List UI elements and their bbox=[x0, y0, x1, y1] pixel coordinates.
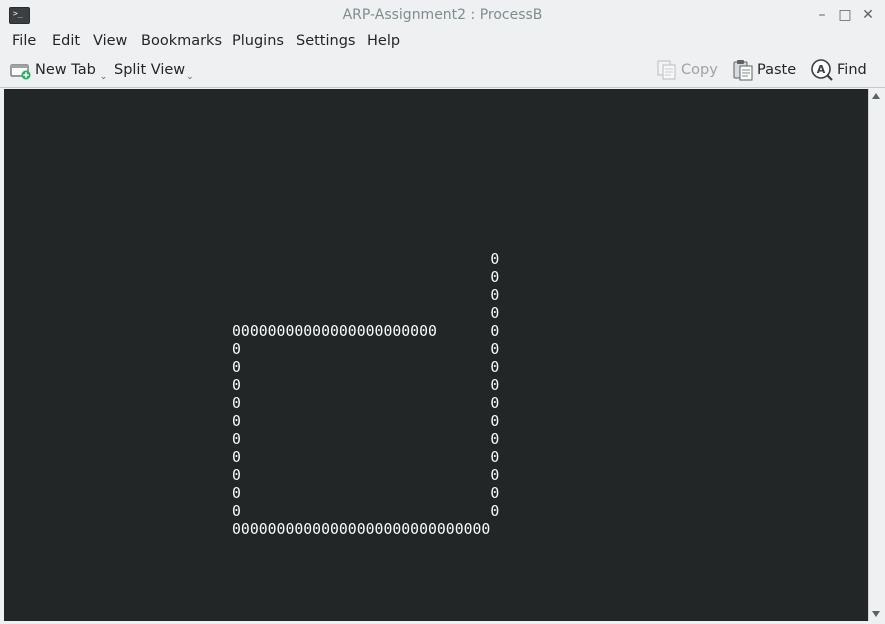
terminal-view[interactable]: 0 0 0 000000000000000000000000 00 00 00 bbox=[4, 89, 868, 621]
menu-settings[interactable]: Settings bbox=[296, 33, 355, 49]
paste-icon bbox=[733, 60, 753, 81]
terminal-line: 0 0 bbox=[232, 413, 500, 430]
new-tab-dropdown-icon[interactable]: ⌄ bbox=[100, 72, 108, 82]
find-label: Find bbox=[837, 62, 867, 78]
find-icon: A bbox=[811, 59, 833, 81]
copy-button[interactable]: Copy bbox=[656, 53, 718, 87]
split-view-dropdown-icon[interactable]: ⌄ bbox=[186, 72, 194, 82]
terminal-line: 0 0 bbox=[232, 467, 500, 484]
menu-plugins[interactable]: Plugins bbox=[232, 33, 284, 49]
copy-label: Copy bbox=[681, 62, 718, 78]
terminal-line: 0 bbox=[232, 251, 500, 268]
scroll-down-arrow-icon[interactable] bbox=[872, 611, 880, 617]
new-tab-button[interactable]: New Tab ⌄ bbox=[10, 53, 107, 87]
terminal-line: 0 0 bbox=[232, 503, 500, 520]
terminal-scrollbar[interactable] bbox=[868, 89, 884, 621]
terminal-line: 0 bbox=[232, 269, 500, 286]
split-view-label: Split View bbox=[114, 62, 186, 78]
svg-text:A: A bbox=[817, 63, 826, 76]
new-tab-label: New Tab bbox=[35, 62, 96, 78]
menu-edit[interactable]: Edit bbox=[52, 33, 80, 49]
terminal-line: 0 0 bbox=[232, 449, 500, 466]
terminal-line: 00000000000000000000000000000 bbox=[232, 521, 491, 538]
menu-bookmarks[interactable]: Bookmarks bbox=[141, 33, 222, 49]
minimize-button[interactable]: – bbox=[813, 6, 831, 24]
terminal-line: 0 bbox=[232, 287, 500, 304]
maximize-button[interactable]: □ bbox=[836, 6, 854, 24]
terminal-output: 0 0 0 000000000000000000000000 00 00 00 bbox=[232, 251, 499, 539]
title-bar: >_ ARP-Assignment2 : ProcessB – □ ✕ bbox=[0, 0, 885, 30]
paste-button[interactable]: Paste bbox=[732, 53, 796, 87]
split-view-button[interactable]: Split View ⌄ bbox=[114, 53, 194, 87]
terminal-line: 0 0 bbox=[232, 341, 500, 358]
terminal-line: 0 0 bbox=[232, 431, 500, 448]
toolbar: New Tab ⌄ Split View ⌄ Copy Paste A Find bbox=[0, 53, 885, 88]
find-button[interactable]: A Find bbox=[810, 53, 867, 87]
menu-bar: File Edit View Bookmarks Plugins Setting… bbox=[0, 30, 885, 52]
terminal-line: 0 0 bbox=[232, 377, 500, 394]
menu-help[interactable]: Help bbox=[367, 33, 400, 49]
paste-label: Paste bbox=[757, 62, 797, 78]
close-button[interactable]: ✕ bbox=[859, 6, 877, 24]
terminal-line: 0 0 bbox=[232, 359, 500, 376]
new-tab-icon bbox=[10, 64, 31, 80]
terminal-line: 0 0 bbox=[232, 485, 500, 502]
scroll-up-arrow-icon[interactable] bbox=[872, 93, 880, 99]
copy-icon bbox=[657, 60, 676, 80]
terminal-line: 00000000000000000000000 0 bbox=[232, 323, 500, 340]
menu-view[interactable]: View bbox=[93, 33, 127, 49]
menu-file[interactable]: File bbox=[12, 33, 36, 49]
terminal-line: 0 0 bbox=[232, 395, 500, 412]
terminal-line: 0 bbox=[232, 305, 500, 322]
window-title: ARP-Assignment2 : ProcessB bbox=[342, 7, 543, 23]
